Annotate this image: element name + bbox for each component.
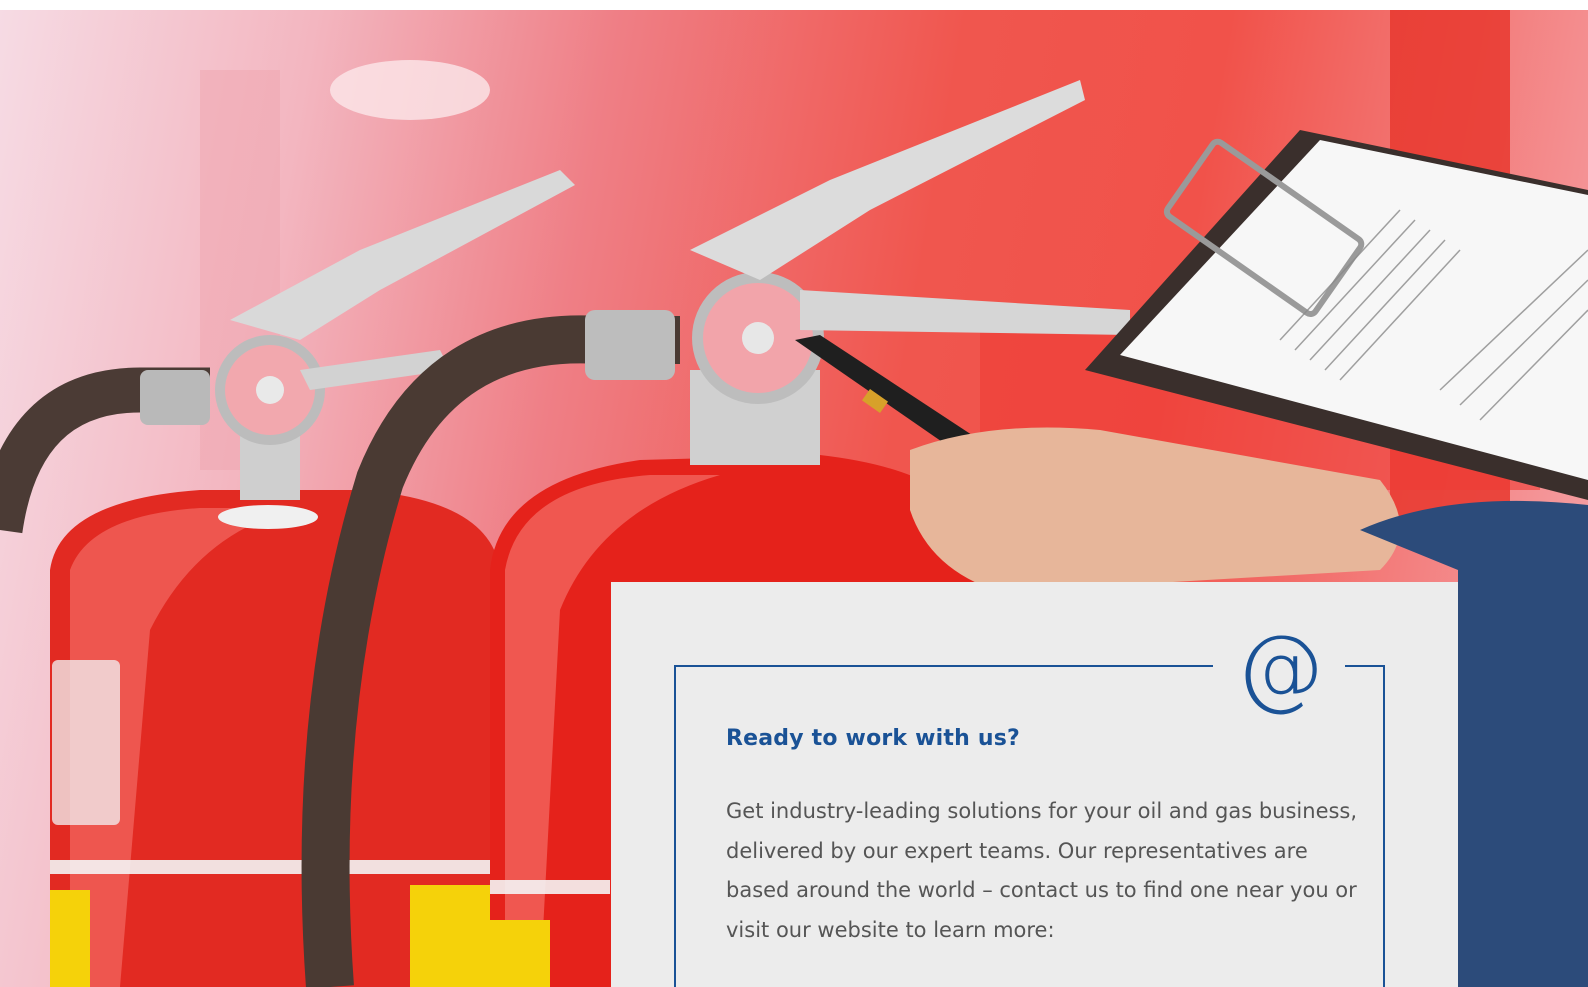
contact-card: @ Ready to work with us? Get industry-le… <box>611 582 1458 987</box>
page: @ Ready to work with us? Get industry-le… <box>0 0 1588 987</box>
at-sign-icon: @ <box>1236 616 1324 719</box>
card-body-text: Get industry-leading solutions for your … <box>726 799 1358 942</box>
top-strip <box>0 0 1588 10</box>
card-frame-top-left <box>674 665 1213 667</box>
card-frame-top-right <box>1345 665 1385 667</box>
card-title: Ready to work with us? <box>726 726 1020 751</box>
